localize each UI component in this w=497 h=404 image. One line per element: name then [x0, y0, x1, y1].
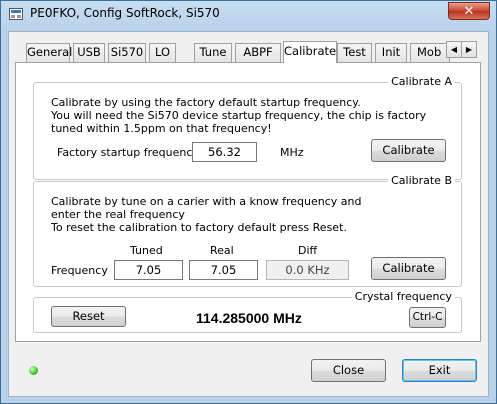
calibrate-a-line-1: Calibrate by using the factory default s…: [51, 96, 361, 109]
copy-frequency-button[interactable]: Ctrl-C: [409, 307, 446, 328]
calibrate-a-button[interactable]: Calibrate: [371, 139, 446, 162]
tab-si570[interactable]: Si570: [108, 43, 146, 62]
real-frequency-input[interactable]: 7.05: [189, 260, 258, 280]
tab-test[interactable]: Test: [337, 43, 372, 62]
real-column-header: Real: [210, 244, 234, 257]
arrow-right-icon: ▶: [465, 45, 473, 54]
tuned-frequency-input[interactable]: 7.05: [114, 260, 183, 280]
tab-general[interactable]: General: [26, 43, 72, 62]
tab-calibrate[interactable]: Calibrate: [283, 41, 337, 63]
crystal-frequency-value: 114.285000 MHz: [196, 310, 302, 326]
tab-scroll-left-button[interactable]: ◀: [446, 41, 462, 58]
factory-startup-frequency-label: Factory startup frequency: [57, 146, 199, 159]
arrow-left-icon: ◀: [450, 45, 458, 54]
tab-lo[interactable]: LO: [149, 43, 176, 62]
window-close-button[interactable]: ✕: [448, 2, 490, 20]
frequency-row-label: Frequency: [51, 264, 108, 277]
close-icon: ✕: [463, 4, 475, 19]
tab-init[interactable]: Init: [375, 43, 407, 62]
tab-abpf[interactable]: ABPF: [235, 43, 281, 62]
title-bar[interactable]: PE0FKO, Config SoftRock, Si570 ✕: [1, 1, 496, 27]
diff-frequency-readout: 0.0 KHz: [266, 260, 349, 280]
tab-usb[interactable]: USB: [73, 43, 105, 62]
calibrate-b-group: Calibrate B Calibrate by tune on a carie…: [33, 174, 462, 287]
calibrate-a-group: Calibrate A Calibrate by using the facto…: [33, 75, 462, 180]
calibrate-b-title: Calibrate B: [388, 174, 455, 187]
window-title: PE0FKO, Config SoftRock, Si570: [30, 6, 220, 20]
calibrate-a-title: Calibrate A: [388, 75, 455, 88]
tab-strip: General USB Si570 LO Tune ABPF Calibrate…: [15, 41, 481, 63]
app-icon: [9, 8, 23, 20]
close-button[interactable]: Close: [311, 359, 386, 382]
crystal-frequency-group: Crystal frequency Reset 114.285000 MHz C…: [33, 290, 462, 333]
tab-mob[interactable]: Mob: [410, 43, 450, 62]
tab-tune[interactable]: Tune: [194, 43, 232, 62]
calibrate-b-instructions: Calibrate by tune on a carier with a kno…: [51, 195, 381, 234]
reset-button[interactable]: Reset: [51, 306, 126, 327]
diff-column-header: Diff: [298, 244, 318, 257]
factory-startup-frequency-input[interactable]: 56.32: [192, 142, 257, 162]
calibrate-a-line-2: You will need the Si570 device startup f…: [51, 109, 427, 135]
tab-scroll-right-button[interactable]: ▶: [461, 41, 477, 58]
status-indicator-icon: [29, 366, 38, 375]
factory-startup-frequency-unit: MHz: [280, 146, 304, 159]
tuned-column-header: Tuned: [130, 244, 163, 257]
exit-button[interactable]: Exit: [402, 359, 477, 382]
calibrate-tab-panel: Calibrate A Calibrate by using the facto…: [15, 62, 481, 342]
calibrate-b-line-2: To reset the calibration to factory defa…: [51, 221, 347, 234]
crystal-frequency-title: Crystal frequency: [351, 290, 455, 303]
calibrate-b-line-1: Calibrate by tune on a carier with a kno…: [51, 195, 362, 221]
calibrate-a-instructions: Calibrate by using the factory default s…: [51, 96, 456, 135]
calibrate-b-button[interactable]: Calibrate: [371, 257, 446, 280]
